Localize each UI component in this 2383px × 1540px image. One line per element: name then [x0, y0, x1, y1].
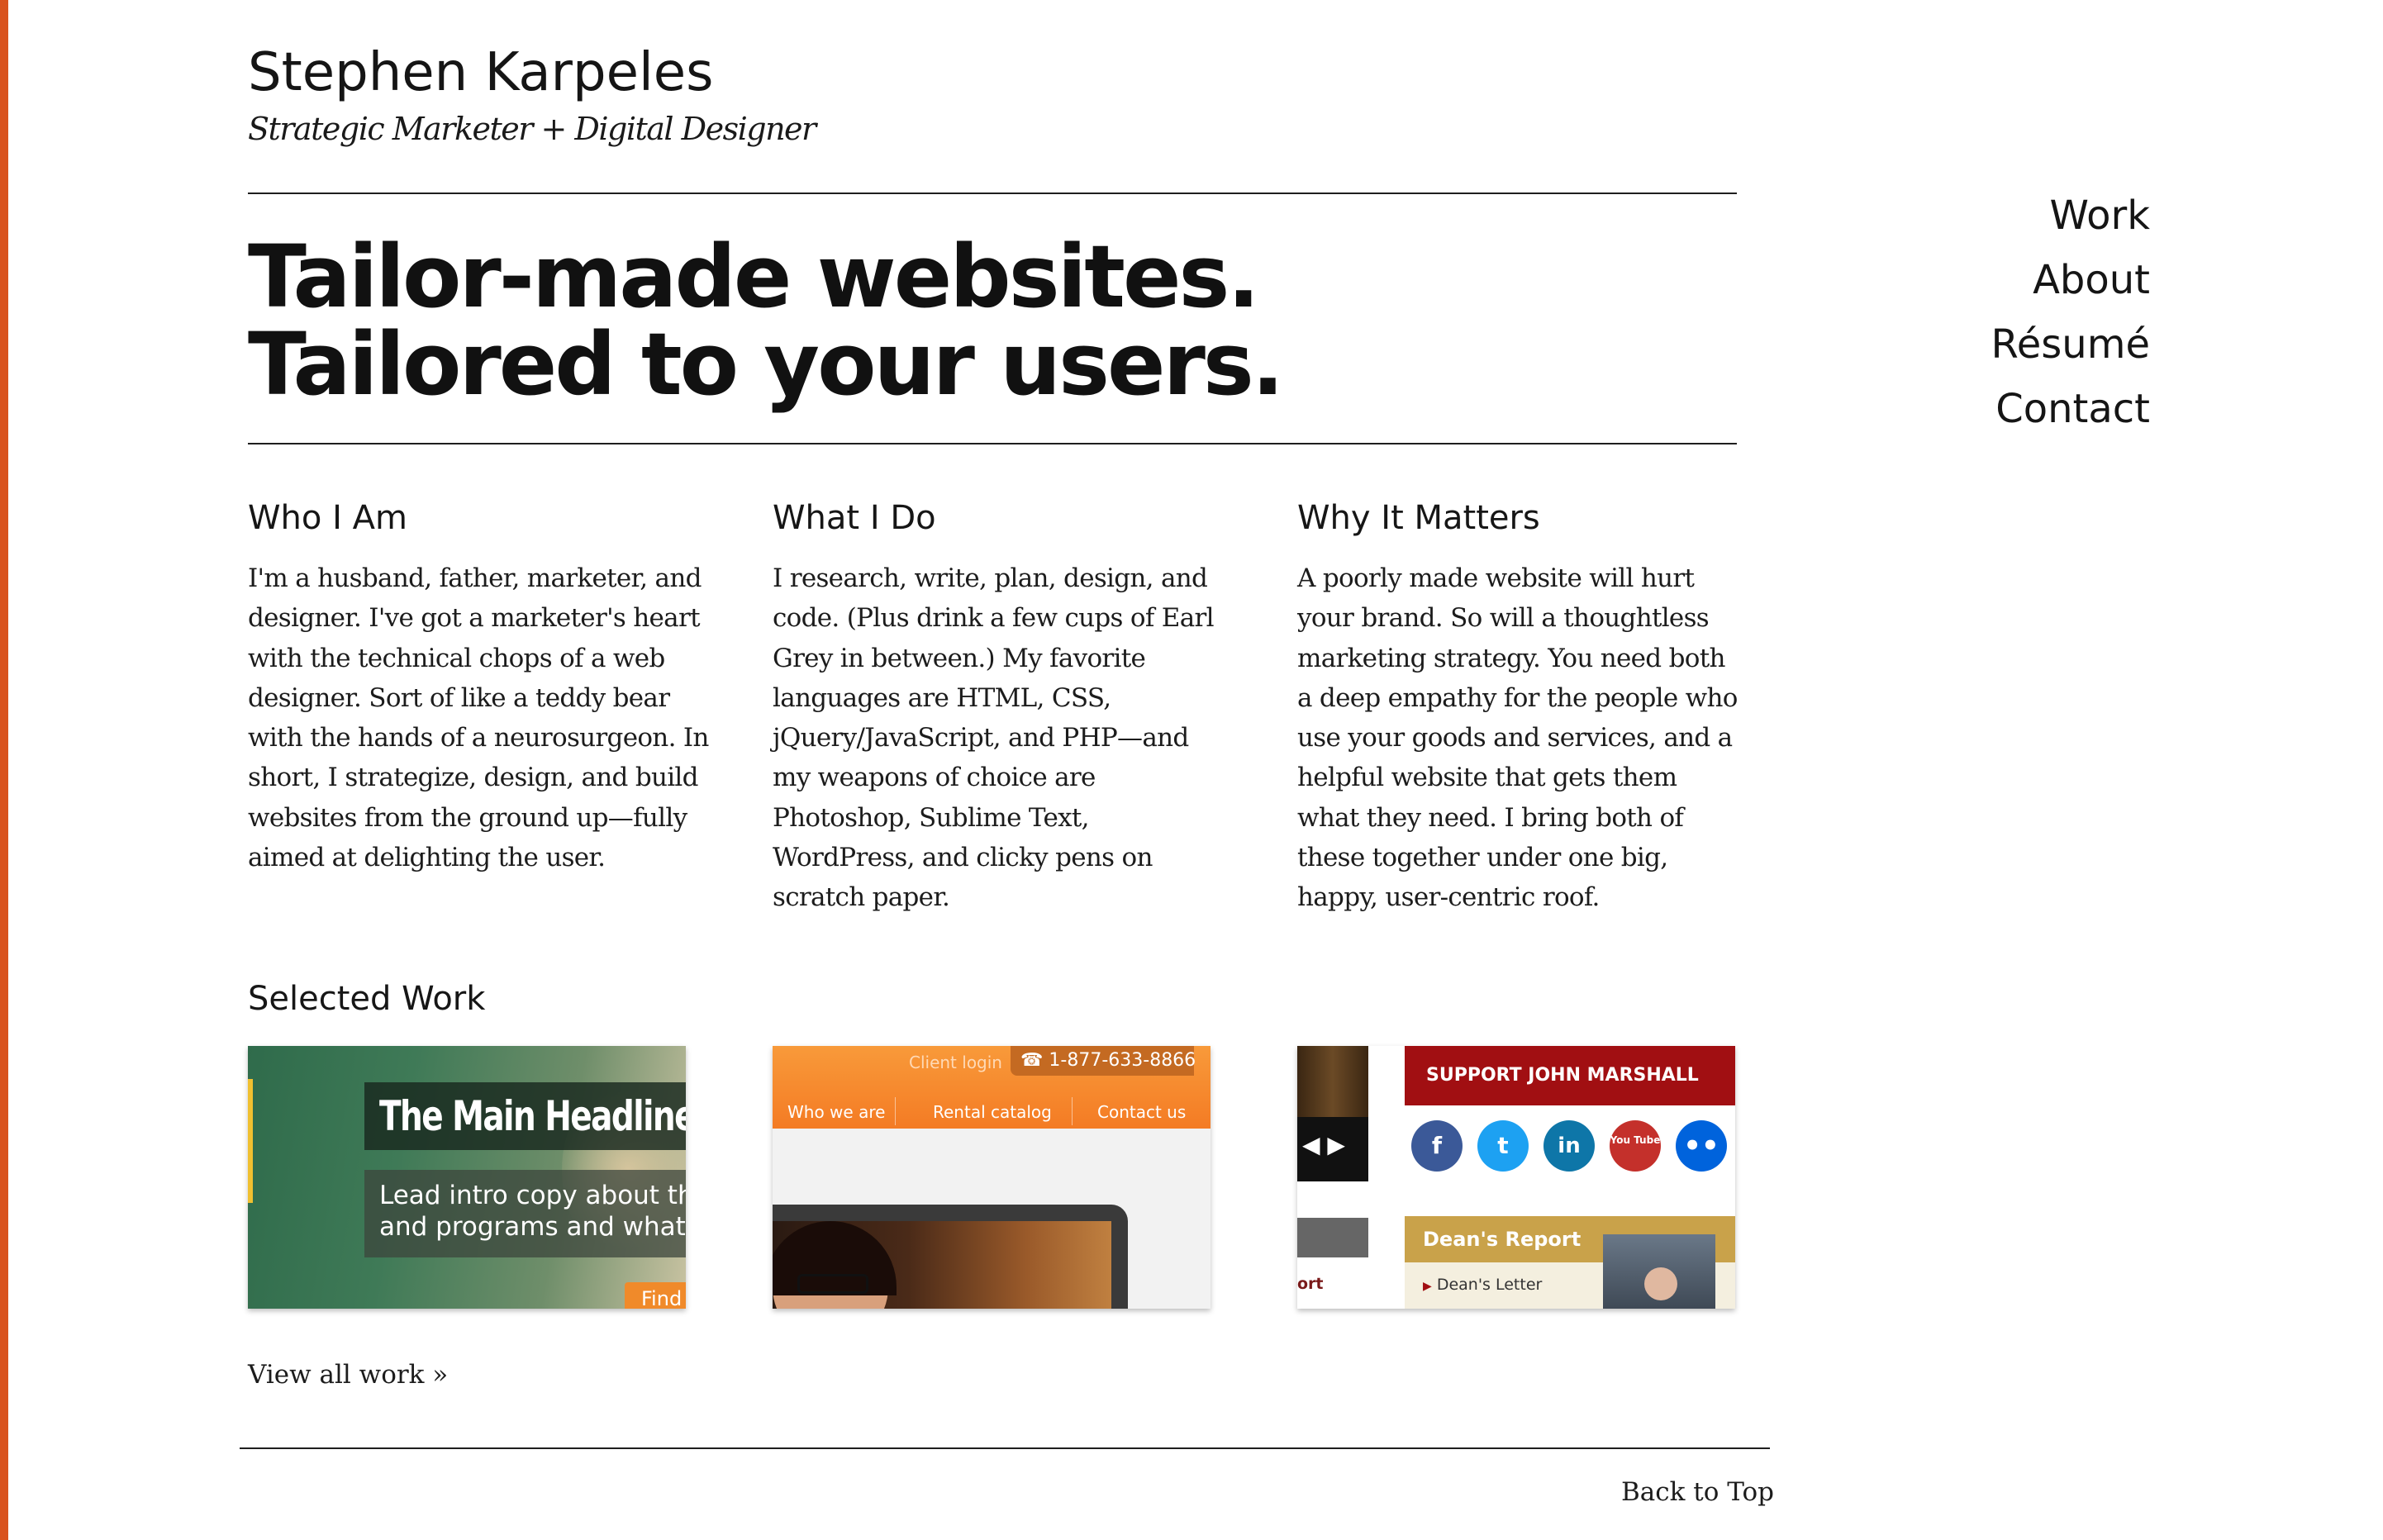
thumbnail-deans-letter: ▶ Dean's Letter: [1423, 1274, 1542, 1297]
thumbnail-gray-bar: [1297, 1218, 1368, 1257]
column-heading: Why It Matters: [1297, 499, 1540, 537]
column-what-i-do: What I Do I research, write, plan, desig…: [773, 492, 1219, 918]
hero-headline: Tailor-made websites. Tailored to your u…: [248, 226, 1284, 415]
thumbnail-lead-line-1: Lead intro copy about th: [379, 1181, 686, 1210]
thumbnail-strip: [248, 1079, 253, 1203]
nav-item-contact[interactable]: Contact: [1991, 377, 2150, 441]
column-body: I'm a husband, father, marketer, and des…: [248, 563, 709, 873]
thumbnail-nav-item: Contact us: [1097, 1102, 1187, 1122]
nav-item-work[interactable]: Work: [1991, 183, 2150, 248]
thumbnail-phone: ☎ 1-877-633-8866: [1020, 1050, 1196, 1071]
column-body: A poorly made website will hurt your bra…: [1297, 563, 1738, 913]
column-heading: What I Do: [773, 499, 936, 537]
selected-work-title: Selected Work: [248, 980, 486, 1018]
accent-bar: [0, 0, 8, 1540]
thumbnail-nav-item: Rental catalog: [933, 1102, 1052, 1122]
work-thumbnail-1[interactable]: The Main Headline o Lead intro copy abou…: [248, 1046, 686, 1309]
thumbnail-lead-box: Lead intro copy about th and programs an…: [364, 1170, 686, 1257]
slider-arrows-icon: ◀ ▶: [1302, 1131, 1345, 1158]
column-body: I research, write, plan, design, and cod…: [773, 563, 1215, 913]
thumbnail-headline-box: The Main Headline o: [364, 1082, 686, 1150]
thumbnail-support-banner: SUPPORT JOHN MARSHALL: [1405, 1046, 1735, 1105]
hero-line-1: Tailor-made websites.: [248, 226, 1260, 327]
view-all-work-link[interactable]: View all work »: [248, 1355, 448, 1395]
linkedin-icon: in: [1543, 1120, 1595, 1172]
main-nav: Work About Résumé Contact: [1991, 183, 2150, 441]
thumbnail-lead: Lead intro copy about th and programs an…: [379, 1180, 686, 1243]
header-divider: [248, 192, 1737, 194]
thumbnail-nav-separator: [895, 1097, 896, 1125]
footer-divider: [240, 1447, 1770, 1449]
flickr-icon: ••: [1676, 1120, 1727, 1172]
thumbnail-side-text: ort: [1297, 1275, 1324, 1293]
nav-item-resume[interactable]: Résumé: [1991, 312, 2150, 377]
site-tagline: Strategic Marketer + Digital Designer: [248, 111, 816, 147]
thumbnail-nav-item: Who we are: [787, 1102, 886, 1122]
column-why-it-matters: Why It Matters A poorly made website wil…: [1297, 492, 1743, 918]
thumbnail-lead-line-2: and programs and what: [379, 1212, 686, 1242]
thumbnail-find-button: Find: [625, 1282, 686, 1309]
hero-divider: [248, 443, 1737, 444]
facebook-icon: f: [1411, 1120, 1463, 1172]
youtube-icon: You Tube: [1610, 1120, 1661, 1172]
hero-line-2: Tailored to your users.: [248, 314, 1284, 415]
nav-item-about[interactable]: About: [1991, 248, 2150, 312]
column-who-i-am: Who I Am I'm a husband, father, marketer…: [248, 492, 711, 877]
thumbnail-portrait-glasses: [797, 1274, 868, 1294]
twitter-icon: t: [1477, 1120, 1529, 1172]
thumbnail-group-photo: [1603, 1234, 1715, 1309]
site-name[interactable]: Stephen Karpeles: [248, 36, 713, 109]
thumbnail-support-label: SUPPORT JOHN MARSHALL: [1426, 1065, 1699, 1086]
work-thumbnail-3[interactable]: ◀ ▶ ort SUPPORT JOHN MARSHALL f t in You…: [1297, 1046, 1735, 1309]
thumbnail-headline: The Main Headline o: [379, 1092, 686, 1140]
column-heading: Who I Am: [248, 499, 407, 537]
work-thumbnail-2[interactable]: Client login ☎ 1-877-633-8866 Who we are…: [773, 1046, 1211, 1309]
back-to-top-link[interactable]: Back to Top: [1621, 1472, 1774, 1512]
bullet-icon: ▶: [1423, 1280, 1432, 1293]
thumbnail-deans-letter-label: Dean's Letter: [1436, 1276, 1543, 1294]
thumbnail-client-login: Client login: [909, 1053, 1002, 1072]
thumbnail-nav-separator: [1072, 1097, 1073, 1125]
thumbnail-deans-report: Dean's Report: [1423, 1228, 1582, 1251]
